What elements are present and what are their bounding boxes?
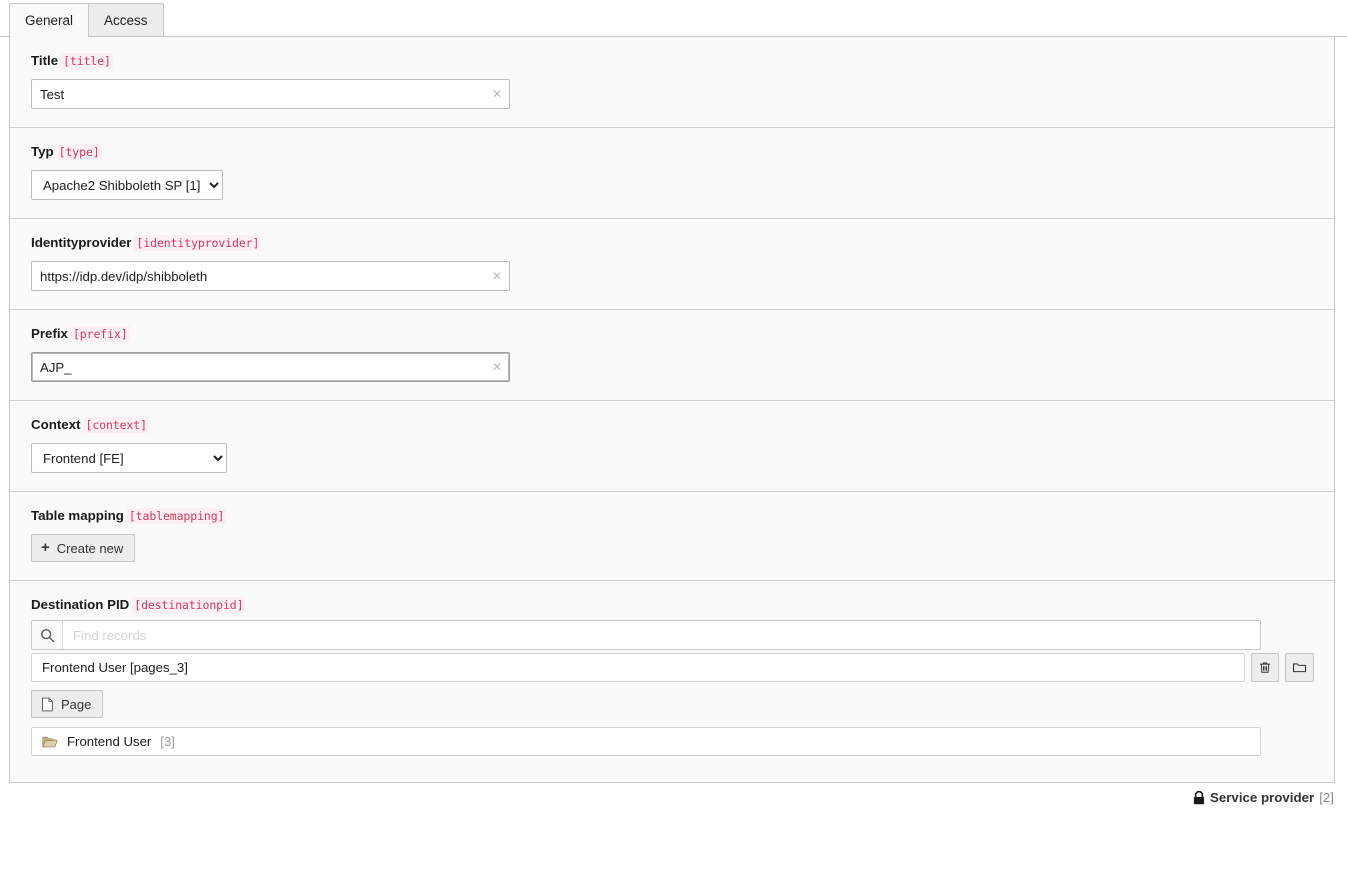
find-records-input[interactable] (63, 621, 1260, 649)
tab-access[interactable]: Access (88, 3, 164, 36)
tab-bar: General Access (0, 0, 1347, 37)
tab-access-label: Access (104, 13, 148, 28)
field-section-identityprovider: Identityprovider[identityprovider] ✕ (10, 219, 1334, 310)
field-code-context: [context] (83, 417, 149, 433)
list-item-label: Frontend User (67, 734, 152, 749)
selected-record-value[interactable]: Frontend User [pages_3] (31, 653, 1245, 682)
field-code-prefix: [prefix] (70, 326, 130, 342)
form-panel: Title[title] ✕ Typ[type] Apache2 Shibbol… (9, 37, 1335, 783)
field-label-prefix: Prefix [prefix] (31, 326, 1314, 342)
close-x-icon[interactable]: ✕ (492, 270, 502, 282)
field-code-destinationpid: [destinationpid] (132, 597, 246, 613)
context-select[interactable]: Frontend [FE] (31, 443, 227, 473)
folder-icon[interactable] (1285, 653, 1315, 682)
title-input[interactable] (31, 79, 510, 109)
record-footer: Service provider [2] (0, 783, 1347, 805)
field-label-title: Title [title] (31, 53, 1314, 69)
field-label-tablemapping-text: Table mapping (31, 508, 124, 523)
field-label-type-text: Typ (31, 144, 54, 159)
prefix-input-wrap: ✕ (31, 352, 510, 382)
plus-icon: + (41, 538, 50, 556)
field-section-type: Typ [type] Apache2 Shibboleth SP [1] (10, 128, 1334, 219)
list-item[interactable]: Frontend User [3] (31, 727, 1261, 756)
page-button-row: Page (31, 690, 1314, 718)
page-button[interactable]: Page (31, 690, 104, 718)
identityprovider-input[interactable] (31, 261, 510, 291)
field-label-context-text: Context (31, 417, 81, 432)
close-x-icon[interactable]: ✕ (492, 361, 502, 373)
tab-general[interactable]: General (9, 3, 90, 37)
create-new-button-label: Create new (56, 540, 124, 556)
field-section-context: Context [context] Frontend [FE] (10, 401, 1334, 492)
field-code-title: [title] (61, 53, 113, 69)
field-label-identityprovider: Identityprovider [identityprovider] (31, 235, 1314, 251)
record-search-bar (31, 620, 1261, 650)
list-item-uid: [3] (160, 734, 175, 749)
field-label-context: Context [context] (31, 417, 1314, 433)
field-label-tablemapping: Table mapping [tablemapping] (31, 508, 1314, 524)
title-input-wrap: ✕ (31, 79, 510, 109)
field-label-title-text: Title (31, 53, 59, 68)
page-icon (41, 697, 54, 712)
field-section-destinationpid: Destination PID[destinationpid] Frontend… (10, 581, 1334, 782)
type-select[interactable]: Apache2 Shibboleth SP [1] (31, 170, 223, 200)
create-new-button[interactable]: + Create new (31, 534, 136, 562)
trash-icon[interactable] (1250, 653, 1280, 682)
field-label-destinationpid-text: Destination PID (31, 597, 130, 612)
field-label-type: Typ [type] (31, 144, 1314, 160)
lock-icon (1193, 790, 1205, 805)
selected-record-row: Frontend User [pages_3] (31, 653, 1315, 682)
field-code-type: [type] (56, 144, 102, 160)
close-x-icon[interactable]: ✕ (492, 88, 502, 100)
footer-record-uid: [2] (1319, 790, 1334, 805)
field-section-title: Title[title] ✕ (10, 37, 1334, 128)
prefix-input[interactable] (31, 352, 510, 382)
field-section-tablemapping: Table mapping [tablemapping] + Create new (10, 492, 1334, 581)
field-label-prefix-text: Prefix (31, 326, 68, 341)
page-button-label: Page (61, 696, 92, 712)
identityprovider-input-wrap: ✕ (31, 261, 510, 291)
field-code-tablemapping: [tablemapping] (126, 508, 227, 524)
field-code-identityprovider: [identityprovider] (134, 235, 262, 251)
search-icon[interactable] (32, 621, 63, 649)
folder-open-icon (42, 735, 58, 749)
field-label-identityprovider-text: Identityprovider (31, 235, 132, 250)
footer-record-title: Service provider (1209, 790, 1315, 805)
tab-general-label: General (25, 13, 74, 28)
field-label-destinationpid: Destination PID [destinationpid] (31, 597, 1314, 613)
field-section-prefix: Prefix[prefix] ✕ (10, 310, 1334, 401)
selected-record-label: Frontend User [pages_3] (42, 660, 188, 675)
